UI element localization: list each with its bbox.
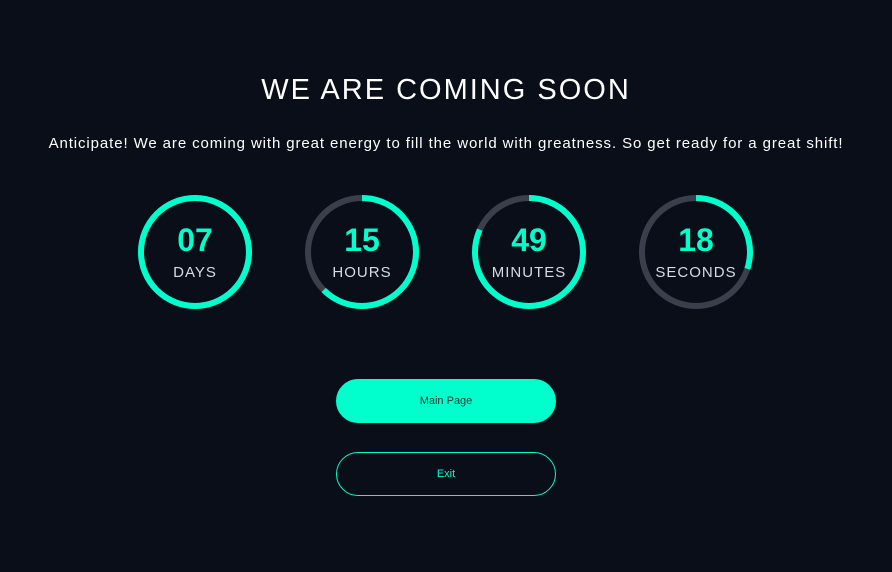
countdown-unit: SECONDS	[655, 264, 737, 281]
countdown-value: 07	[177, 222, 213, 258]
countdown-value: 18	[678, 222, 714, 258]
countdown-unit: HOURS	[332, 264, 392, 281]
countdown-unit: MINUTES	[491, 264, 567, 281]
countdown-value: 15	[344, 222, 380, 258]
countdown-unit: DAYS	[173, 264, 217, 281]
exit-button[interactable]: Exit	[336, 452, 556, 496]
coming-soon-page: WE ARE COMING SOON Anticipate! We are co…	[0, 0, 892, 572]
countdown-hours: 15 HOURS	[303, 193, 421, 311]
main-page-button[interactable]: Main Page	[336, 379, 556, 423]
countdown: 07 DAYS 15 HOURS 49 MINUTES 18 SECONDS	[0, 193, 892, 313]
countdown-value: 49	[511, 222, 547, 258]
countdown-minutes: 49 MINUTES	[470, 193, 588, 311]
countdown-seconds: 18 SECONDS	[637, 193, 755, 311]
page-subtitle: Anticipate! We are coming with great ene…	[48, 135, 844, 152]
page-title: WE ARE COMING SOON	[261, 74, 631, 106]
countdown-days: 07 DAYS	[136, 193, 254, 311]
